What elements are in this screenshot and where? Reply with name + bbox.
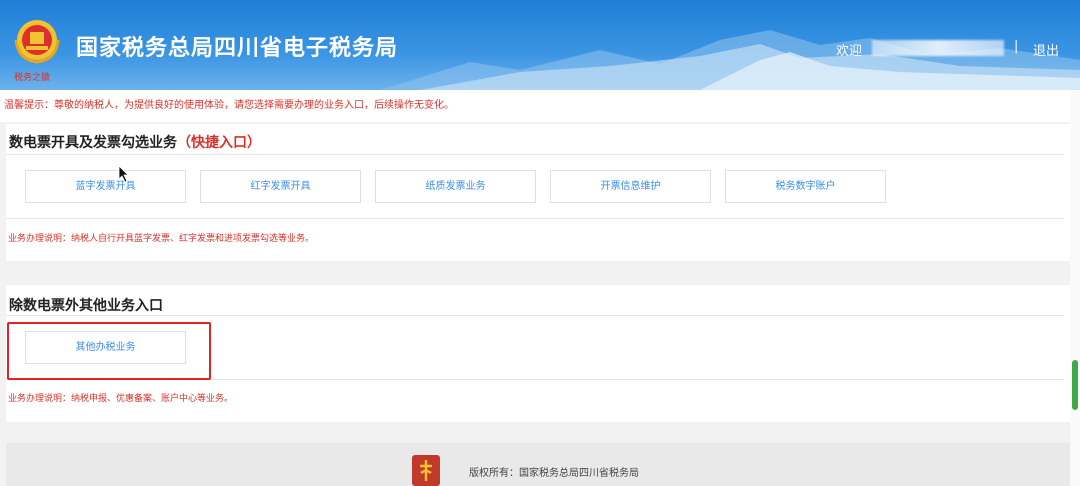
notice-bar: 温馨提示：尊敬的纳税人，为提供良好的使用体验，请您选择需要办理的业务入口，后续操… bbox=[0, 90, 1080, 122]
scrollbar-track[interactable] bbox=[1070, 90, 1080, 486]
username-redacted bbox=[872, 40, 1004, 56]
blue-invoice-button[interactable]: 蓝字发票开具 bbox=[25, 170, 186, 203]
logout-link[interactable]: 退出 bbox=[1033, 40, 1059, 59]
divider bbox=[6, 218, 1064, 219]
tax-emblem-icon: 税务之徽 bbox=[14, 20, 60, 83]
site-title: 国家税务总局四川省电子税务局 bbox=[76, 36, 399, 61]
quick-entry-label: （快捷入口） bbox=[177, 135, 261, 151]
panel-title-invoice: 数电票开具及发票勾选业务（快捷入口） bbox=[9, 132, 261, 152]
footer: 版权所有：国家税务总局四川省税务局 bbox=[6, 443, 1070, 486]
invoice-info-button[interactable]: 开票信息维护 bbox=[550, 170, 711, 203]
tax-logo-icon bbox=[412, 455, 440, 486]
divider bbox=[6, 154, 1064, 155]
annotation-highlight-box bbox=[7, 322, 211, 380]
panel-title-text: 数电票开具及发票勾选业务 bbox=[9, 135, 177, 151]
section2-description: 业务办理说明：纳税申报、优惠备案、账户中心等业务。 bbox=[8, 394, 234, 404]
quick-entry-panel: 数电票开具及发票勾选业务（快捷入口） 蓝字发票开具 红字发票开具 纸质发票业务 … bbox=[6, 124, 1070, 261]
panel-title-other: 除数电票外其他业务入口 bbox=[9, 298, 163, 314]
digital-account-button[interactable]: 税务数字账户 bbox=[725, 170, 886, 203]
divider bbox=[6, 315, 1064, 316]
red-invoice-button[interactable]: 红字发票开具 bbox=[200, 170, 361, 203]
copyright-text: 版权所有：国家税务总局四川省税务局 bbox=[469, 468, 639, 479]
header-banner: 税务之徽 国家税务总局四川省电子税务局 欢迎 | 退出 bbox=[0, 0, 1080, 90]
paper-invoice-button[interactable]: 纸质发票业务 bbox=[375, 170, 536, 203]
scrollbar-thumb[interactable] bbox=[1072, 360, 1078, 410]
welcome-text: 欢迎 bbox=[836, 44, 863, 59]
mouse-cursor-icon bbox=[118, 165, 129, 183]
svg-text:税务之徽: 税务之徽 bbox=[14, 71, 50, 83]
header-separator: | bbox=[1014, 39, 1019, 54]
section1-description: 业务办理说明：纳税人自行开具蓝字发票、红字发票和进项发票勾选等业务。 bbox=[8, 234, 315, 244]
